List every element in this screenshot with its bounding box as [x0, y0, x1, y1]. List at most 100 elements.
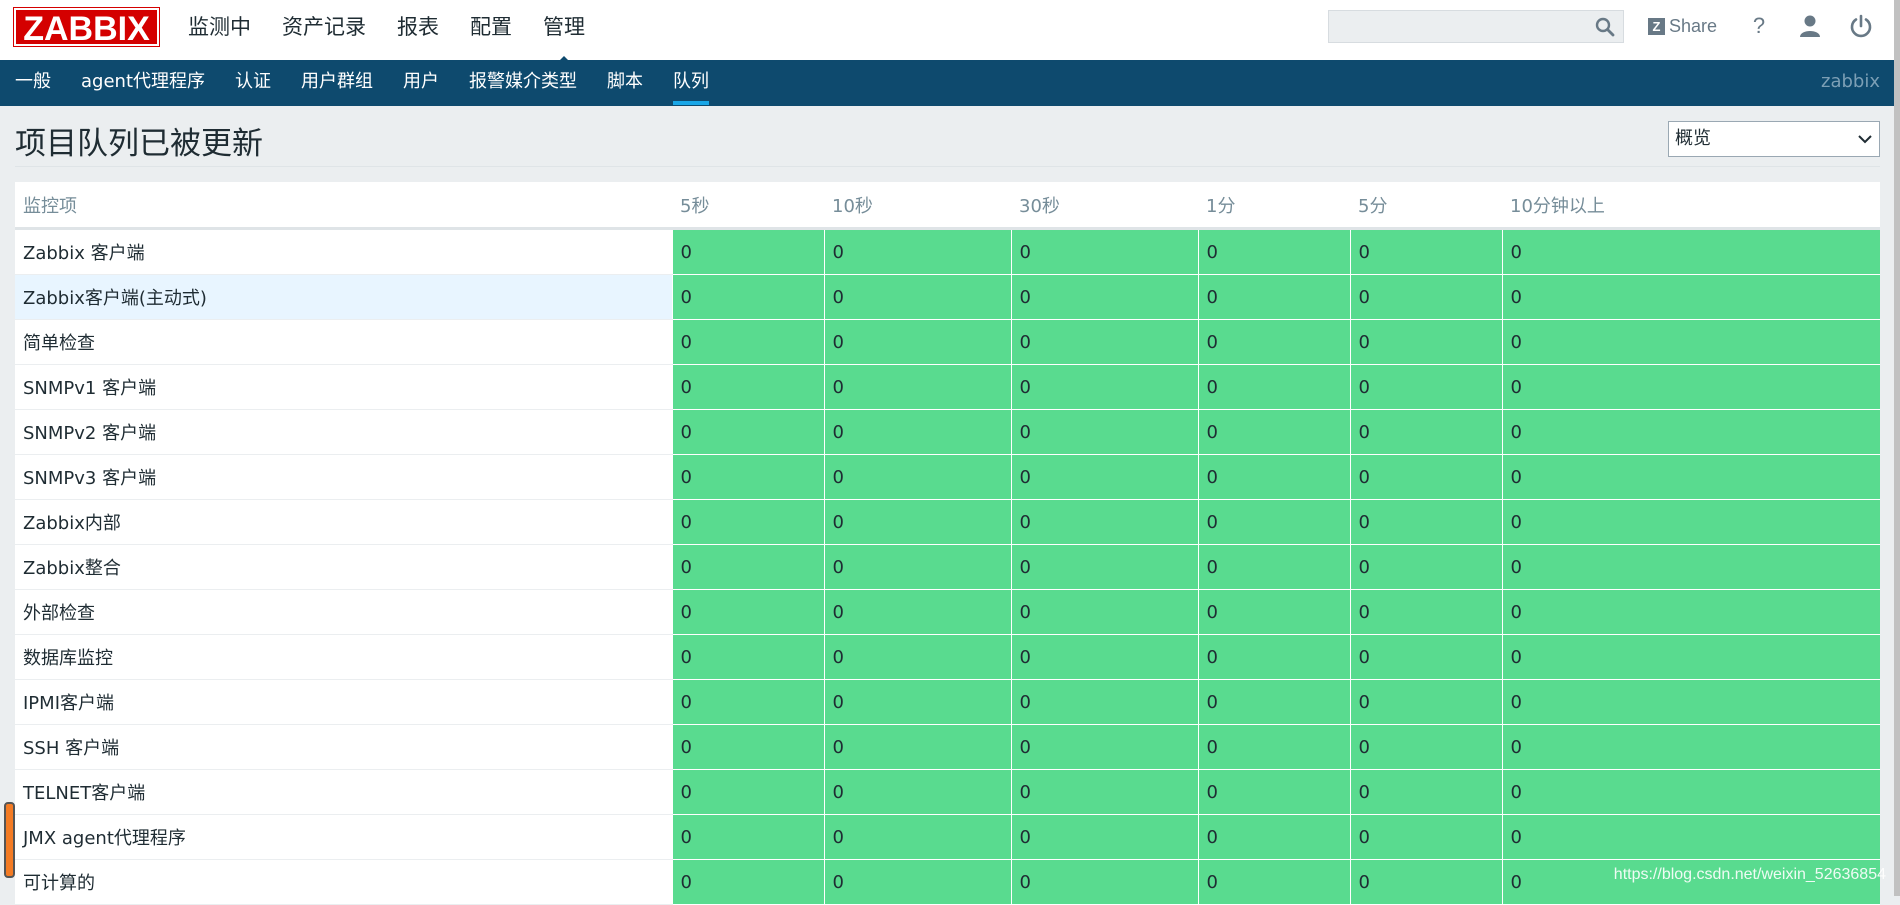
queue-count-cell: 0 — [671, 724, 824, 770]
item-type-name: 可计算的 — [15, 859, 672, 905]
item-type-name: 外部检查 — [15, 589, 672, 635]
column-header: 5分 — [1350, 182, 1502, 230]
queue-count-cell: 0 — [1010, 724, 1198, 770]
queue-count-cell: 0 — [1197, 409, 1350, 455]
nav-inventory[interactable]: 资产记录 — [282, 0, 366, 60]
queue-count-cell: 0 — [823, 589, 1011, 635]
queue-count-cell: 0 — [1501, 228, 1880, 275]
item-type-name: 数据库监控 — [15, 634, 672, 680]
view-select[interactable]: 概览 — [1668, 121, 1880, 157]
queue-count-cell: 0 — [671, 679, 824, 725]
queue-count-cell: 0 — [1197, 274, 1350, 320]
queue-count-cell: 0 — [1197, 228, 1350, 275]
column-header: 10分钟以上 — [1502, 182, 1880, 230]
queue-count-cell: 0 — [1197, 319, 1350, 365]
nav-reports[interactable]: 报表 — [397, 0, 439, 60]
queue-count-cell: 0 — [1349, 724, 1502, 770]
table-row: Zabbix内部 0 0 0 0 0 0 — [15, 499, 1880, 545]
item-type-name: Zabbix 客户端 — [15, 228, 672, 275]
scroll-indicator[interactable] — [4, 802, 15, 878]
search-icon[interactable] — [1595, 17, 1615, 37]
subnav-user-groups[interactable]: 用户群组 — [301, 60, 373, 106]
top-header: ZABBIX 监测中 资产记录 报表 配置 管理 Z Share ? — [0, 0, 1900, 66]
queue-count-cell: 0 — [823, 859, 1011, 905]
queue-count-cell: 0 — [1197, 769, 1350, 815]
nav-configuration[interactable]: 配置 — [470, 0, 512, 60]
queue-count-cell: 0 — [1010, 544, 1198, 590]
queue-count-cell: 0 — [1197, 364, 1350, 410]
queue-count-cell: 0 — [671, 499, 824, 545]
queue-count-cell: 0 — [1349, 364, 1502, 410]
subnav-proxies[interactable]: agent代理程序 — [81, 60, 205, 106]
item-type-name: SNMPv3 客户端 — [15, 454, 672, 500]
table-row: TELNET客户端 0 0 0 0 0 0 — [15, 769, 1880, 815]
page-scrollbar[interactable] — [1894, 0, 1900, 896]
view-select-value: 概览 — [1675, 128, 1711, 149]
table-row: 外部检查 0 0 0 0 0 0 — [15, 589, 1880, 635]
queue-count-cell: 0 — [823, 409, 1011, 455]
item-type-name: Zabbix整合 — [15, 544, 672, 590]
queue-count-cell: 0 — [1501, 544, 1880, 590]
subnav-authentication[interactable]: 认证 — [235, 60, 271, 106]
queue-count-cell: 0 — [1349, 319, 1502, 365]
nav-administration[interactable]: 管理 — [543, 0, 585, 66]
table-row: SNMPv3 客户端 0 0 0 0 0 0 — [15, 454, 1880, 500]
zabbix-logo[interactable]: ZABBIX — [13, 7, 160, 48]
item-type-name: TELNET客户端 — [15, 769, 672, 815]
queue-count-cell: 0 — [823, 544, 1011, 590]
item-type-name: Zabbix内部 — [15, 499, 672, 545]
queue-count-cell: 0 — [1349, 769, 1502, 815]
queue-count-cell: 0 — [1010, 319, 1198, 365]
column-header: 10秒 — [824, 182, 1011, 230]
queue-count-cell: 0 — [823, 814, 1011, 860]
subnav-scripts[interactable]: 脚本 — [607, 60, 643, 106]
queue-count-cell: 0 — [1501, 364, 1880, 410]
queue-count-cell: 0 — [1349, 544, 1502, 590]
nav-monitoring[interactable]: 监测中 — [188, 0, 251, 60]
search-input[interactable] — [1329, 11, 1595, 42]
queue-count-cell: 0 — [1197, 589, 1350, 635]
queue-count-cell: 0 — [823, 319, 1011, 365]
queue-count-cell: 0 — [1501, 274, 1880, 320]
queue-count-cell: 0 — [1349, 634, 1502, 680]
queue-count-cell: 0 — [1010, 679, 1198, 725]
queue-count-cell: 0 — [823, 364, 1011, 410]
queue-count-cell: 0 — [1501, 679, 1880, 725]
item-type-name: JMX agent代理程序 — [15, 814, 672, 860]
user-profile-icon[interactable] — [1797, 13, 1823, 39]
share-button[interactable]: Z Share — [1648, 14, 1717, 38]
table-header-row: 监控项 5秒 10秒 30秒 1分 5分 10分钟以上 — [15, 182, 1880, 230]
subnav-users[interactable]: 用户 — [403, 60, 439, 106]
queue-count-cell: 0 — [1501, 454, 1880, 500]
queue-table: 监控项 5秒 10秒 30秒 1分 5分 10分钟以上 Zabbix 客户端 0 0… — [15, 182, 1880, 905]
column-header: 5秒 — [672, 182, 824, 230]
queue-count-cell: 0 — [1349, 274, 1502, 320]
queue-count-cell: 0 — [1010, 409, 1198, 455]
queue-count-cell: 0 — [823, 454, 1011, 500]
zabbix-share-icon: Z — [1648, 17, 1665, 35]
table-row: JMX agent代理程序 0 0 0 0 0 0 — [15, 814, 1880, 860]
queue-count-cell: 0 — [823, 724, 1011, 770]
subnav-general[interactable]: 一般 — [15, 60, 51, 106]
table-row: SNMPv1 客户端 0 0 0 0 0 0 — [15, 364, 1880, 410]
queue-count-cell: 0 — [1501, 409, 1880, 455]
queue-count-cell: 0 — [1197, 859, 1350, 905]
queue-count-cell: 0 — [1197, 679, 1350, 725]
queue-count-cell: 0 — [1197, 454, 1350, 500]
queue-count-cell: 0 — [671, 454, 824, 500]
column-header: 监控项 — [15, 182, 672, 230]
item-type-name: Zabbix客户端(主动式) — [15, 274, 672, 320]
queue-count-cell: 0 — [1197, 724, 1350, 770]
subnav-queue[interactable]: 队列 — [673, 60, 709, 106]
queue-count-cell: 0 — [1349, 859, 1502, 905]
queue-count-cell: 0 — [1349, 814, 1502, 860]
sign-out-icon[interactable] — [1848, 13, 1874, 39]
subnav-media-types[interactable]: 报警媒介类型 — [469, 60, 577, 106]
queue-count-cell: 0 — [671, 364, 824, 410]
help-icon[interactable]: ? — [1746, 13, 1772, 39]
column-header: 1分 — [1198, 182, 1350, 230]
queue-count-cell: 0 — [1010, 769, 1198, 815]
queue-count-cell: 0 — [1197, 544, 1350, 590]
queue-count-cell: 0 — [671, 814, 824, 860]
page-title: 项目队列已被更新 — [15, 126, 263, 162]
